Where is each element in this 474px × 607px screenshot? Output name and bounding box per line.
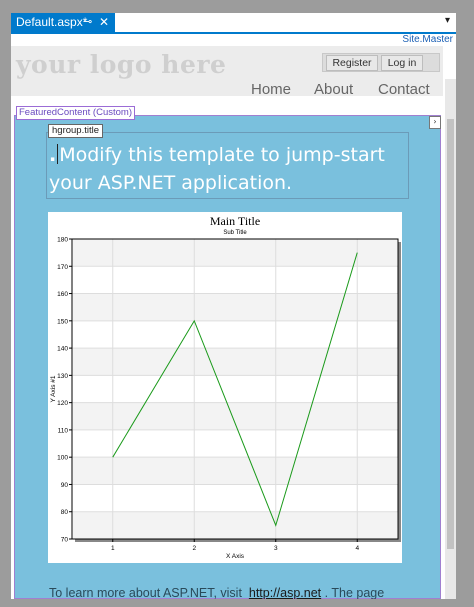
hgroup-tag: hgroup.title — [48, 124, 104, 138]
x-tick-label: 2 — [192, 545, 196, 552]
site-header: your logo here Register Log in Home Abou… — [11, 46, 443, 98]
x-tick-label: 1 — [111, 545, 115, 552]
close-icon[interactable]: ✕ — [99, 13, 109, 32]
chart-title: Main Title — [210, 214, 260, 228]
line-chart: 70 80 90 100 110 120 130 140 150 160 170 180 1 2 3 4 Mai… — [50, 214, 401, 560]
window-frame: Default.aspx* ⊸ ✕ ▾ Site.Master your log… — [0, 0, 474, 607]
y-axis-label: Y Axis #1 — [50, 375, 57, 402]
tab-default-aspx[interactable]: Default.aspx* ⊸ ✕ — [11, 13, 115, 32]
y-tick-label: 90 — [61, 482, 69, 489]
editor-window: Default.aspx* ⊸ ✕ ▾ Site.Master your log… — [11, 13, 456, 599]
asp-net-link[interactable]: http://asp.net — [249, 586, 321, 599]
nav-about[interactable]: About — [314, 81, 353, 98]
y-tick-label: 140 — [57, 346, 68, 353]
register-link[interactable]: Register — [326, 55, 378, 71]
x-tick-label: 4 — [355, 545, 359, 552]
design-surface: your logo here Register Log in Home Abou… — [11, 46, 456, 599]
y-tick-label: 110 — [58, 427, 69, 434]
heading-dot: . — [49, 144, 57, 166]
page-heading[interactable]: . Modify this template to jump-start your… — [49, 141, 409, 197]
y-tick-label: 120 — [57, 400, 68, 407]
login-panel: Register Log in — [322, 53, 440, 72]
grid-band — [73, 402, 397, 430]
x-tick-label: 3 — [274, 545, 278, 552]
expand-icon[interactable]: › — [429, 116, 441, 129]
document-tabstrip: Default.aspx* ⊸ ✕ ▾ — [11, 13, 456, 34]
footer-prefix: To learn more about ASP.NET, visit — [49, 586, 242, 599]
plot-area — [71, 238, 399, 540]
grid-band — [73, 511, 397, 539]
grid-band — [73, 457, 397, 485]
x-axis-label: X Axis — [226, 553, 245, 560]
tab-title: Default.aspx* — [16, 15, 88, 29]
grid-band — [73, 293, 397, 321]
scrollbar-thumb[interactable] — [447, 119, 454, 549]
chart-control[interactable]: 70 80 90 100 110 120 130 140 150 160 170 180 1 2 3 4 Mai… — [48, 212, 402, 563]
y-tick-label: 130 — [57, 373, 68, 380]
vertical-scrollbar[interactable] — [445, 79, 456, 599]
pin-icon[interactable]: ⊸ — [83, 13, 92, 32]
y-tick-label: 160 — [57, 291, 68, 298]
master-page-label[interactable]: Site.Master — [402, 34, 453, 45]
nav-contact[interactable]: Contact — [378, 81, 430, 98]
featured-content[interactable]: › hgroup.title . Modify this template to … — [14, 115, 441, 599]
site-logo: your logo here — [16, 50, 227, 79]
y-tick-label: 150 — [57, 318, 68, 325]
y-tick-label: 170 — [57, 264, 68, 271]
footer-suffix: . The page — [324, 586, 385, 599]
nav-home[interactable]: Home — [251, 81, 291, 98]
y-tick-label: 80 — [61, 509, 69, 516]
y-tick-label: 180 — [57, 237, 68, 244]
featured-content-tag: FeaturedContent (Custom) — [16, 106, 135, 120]
grid-band — [73, 239, 397, 267]
chart-subtitle: Sub Title — [223, 230, 247, 236]
heading-text: Modify this template to jump-start your … — [49, 144, 385, 194]
y-tick-label: 100 — [57, 455, 68, 462]
tab-dropdown-icon[interactable]: ▾ — [445, 15, 450, 26]
login-link[interactable]: Log in — [381, 55, 423, 71]
footer-text: To learn more about ASP.NET, visit http:… — [49, 586, 384, 599]
grid-band — [73, 348, 397, 376]
y-tick-label: 70 — [61, 537, 69, 544]
